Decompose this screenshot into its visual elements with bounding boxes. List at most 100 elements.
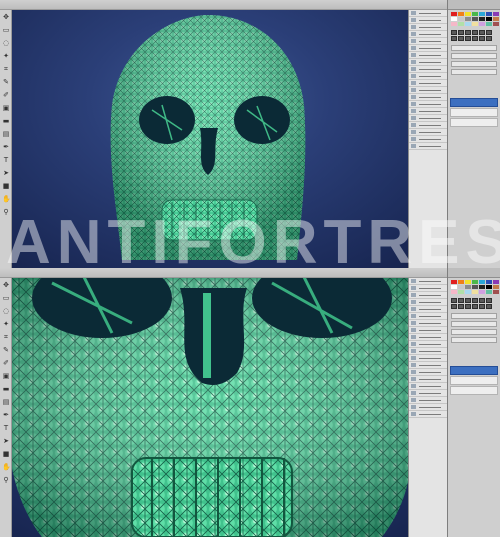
history-row[interactable] bbox=[409, 80, 447, 87]
eraser-tool-icon[interactable]: ▬ bbox=[2, 386, 10, 393]
color-swatch[interactable] bbox=[458, 280, 464, 284]
color-swatch[interactable] bbox=[479, 17, 485, 21]
style-swatch[interactable] bbox=[479, 36, 485, 41]
history-row[interactable] bbox=[409, 362, 447, 369]
document-tab-bar[interactable] bbox=[0, 268, 500, 278]
adjustment-row[interactable] bbox=[451, 329, 497, 335]
history-row[interactable] bbox=[409, 397, 447, 404]
shape-tool-icon[interactable]: ■ bbox=[2, 183, 10, 190]
style-swatch[interactable] bbox=[486, 304, 492, 309]
history-row[interactable] bbox=[409, 355, 447, 362]
stamp-tool-icon[interactable]: ▣ bbox=[2, 105, 10, 112]
history-row[interactable] bbox=[409, 390, 447, 397]
style-swatch[interactable] bbox=[479, 298, 485, 303]
history-row[interactable] bbox=[409, 101, 447, 108]
history-row[interactable] bbox=[409, 59, 447, 66]
color-swatch[interactable] bbox=[458, 17, 464, 21]
history-row[interactable] bbox=[409, 108, 447, 115]
history-row[interactable] bbox=[409, 341, 447, 348]
color-swatch[interactable] bbox=[493, 22, 499, 26]
document-tab-bar[interactable] bbox=[0, 0, 500, 10]
style-swatch[interactable] bbox=[479, 30, 485, 35]
color-swatch[interactable] bbox=[465, 17, 471, 21]
color-swatch[interactable] bbox=[493, 280, 499, 284]
style-swatch[interactable] bbox=[458, 304, 464, 309]
history-row[interactable] bbox=[409, 285, 447, 292]
type-tool-icon[interactable]: T bbox=[2, 425, 10, 432]
marquee-tool-icon[interactable]: ▭ bbox=[2, 295, 10, 302]
color-swatch[interactable] bbox=[479, 22, 485, 26]
canvas[interactable] bbox=[12, 10, 447, 268]
adjustment-row[interactable] bbox=[451, 337, 497, 343]
history-row[interactable] bbox=[409, 299, 447, 306]
history-row[interactable] bbox=[409, 313, 447, 320]
style-swatch[interactable] bbox=[486, 298, 492, 303]
color-swatch[interactable] bbox=[472, 17, 478, 21]
color-swatch[interactable] bbox=[493, 285, 499, 289]
color-swatch[interactable] bbox=[493, 12, 499, 16]
color-swatch[interactable] bbox=[472, 285, 478, 289]
history-row[interactable] bbox=[409, 383, 447, 390]
panel-tabs[interactable] bbox=[448, 268, 500, 278]
crop-tool-icon[interactable]: ⌗ bbox=[2, 334, 10, 341]
history-row[interactable] bbox=[409, 66, 447, 73]
color-swatch[interactable] bbox=[479, 12, 485, 16]
color-swatch[interactable] bbox=[465, 290, 471, 294]
history-row[interactable] bbox=[409, 94, 447, 101]
history-row[interactable] bbox=[409, 143, 447, 150]
pen-tool-icon[interactable]: ✒ bbox=[2, 412, 10, 419]
history-row[interactable] bbox=[409, 24, 447, 31]
lasso-tool-icon[interactable]: ◌ bbox=[2, 308, 10, 315]
color-swatch[interactable] bbox=[472, 290, 478, 294]
color-swatch[interactable] bbox=[451, 12, 457, 16]
zoom-tool-icon[interactable]: ⚲ bbox=[2, 209, 10, 216]
color-swatch[interactable] bbox=[486, 17, 492, 21]
history-row[interactable] bbox=[409, 31, 447, 38]
style-swatch[interactable] bbox=[451, 36, 457, 41]
style-swatch[interactable] bbox=[472, 304, 478, 309]
hand-tool-icon[interactable]: ✋ bbox=[2, 464, 11, 471]
lasso-tool-icon[interactable]: ◌ bbox=[2, 40, 10, 47]
history-panel[interactable] bbox=[408, 10, 447, 268]
history-row[interactable] bbox=[409, 348, 447, 355]
color-swatch[interactable] bbox=[465, 285, 471, 289]
color-swatch[interactable] bbox=[486, 12, 492, 16]
color-swatch[interactable] bbox=[472, 12, 478, 16]
style-swatch[interactable] bbox=[486, 30, 492, 35]
style-swatch[interactable] bbox=[458, 36, 464, 41]
path-select-tool-icon[interactable]: ➤ bbox=[2, 170, 10, 177]
brush-tool-icon[interactable]: ✐ bbox=[2, 360, 10, 367]
color-swatch[interactable] bbox=[493, 290, 499, 294]
hand-tool-icon[interactable]: ✋ bbox=[2, 196, 11, 203]
canvas[interactable] bbox=[12, 278, 447, 537]
style-swatch[interactable] bbox=[458, 298, 464, 303]
history-row[interactable] bbox=[409, 45, 447, 52]
pen-tool-icon[interactable]: ✒ bbox=[2, 144, 10, 151]
layer-entry[interactable] bbox=[450, 376, 498, 385]
color-swatch[interactable] bbox=[458, 22, 464, 26]
style-swatch[interactable] bbox=[465, 30, 471, 35]
color-swatch[interactable] bbox=[472, 22, 478, 26]
history-row[interactable] bbox=[409, 306, 447, 313]
history-row[interactable] bbox=[409, 115, 447, 122]
adjustment-row[interactable] bbox=[451, 313, 497, 319]
path-select-tool-icon[interactable]: ➤ bbox=[2, 438, 10, 445]
history-row[interactable] bbox=[409, 278, 447, 285]
color-swatch[interactable] bbox=[486, 280, 492, 284]
style-swatch[interactable] bbox=[451, 304, 457, 309]
color-swatch[interactable] bbox=[479, 290, 485, 294]
history-row[interactable] bbox=[409, 334, 447, 341]
style-swatch[interactable] bbox=[458, 30, 464, 35]
move-tool-icon[interactable]: ✥ bbox=[2, 14, 10, 21]
panel-tabs[interactable] bbox=[448, 0, 500, 10]
adjustment-row[interactable] bbox=[451, 69, 497, 75]
type-tool-icon[interactable]: T bbox=[2, 157, 10, 164]
style-swatch[interactable] bbox=[472, 36, 478, 41]
color-swatch[interactable] bbox=[465, 22, 471, 26]
history-row[interactable] bbox=[409, 136, 447, 143]
color-swatch[interactable] bbox=[486, 290, 492, 294]
history-row[interactable] bbox=[409, 52, 447, 59]
history-row[interactable] bbox=[409, 292, 447, 299]
wand-tool-icon[interactable]: ✦ bbox=[2, 53, 10, 60]
style-swatch[interactable] bbox=[451, 298, 457, 303]
